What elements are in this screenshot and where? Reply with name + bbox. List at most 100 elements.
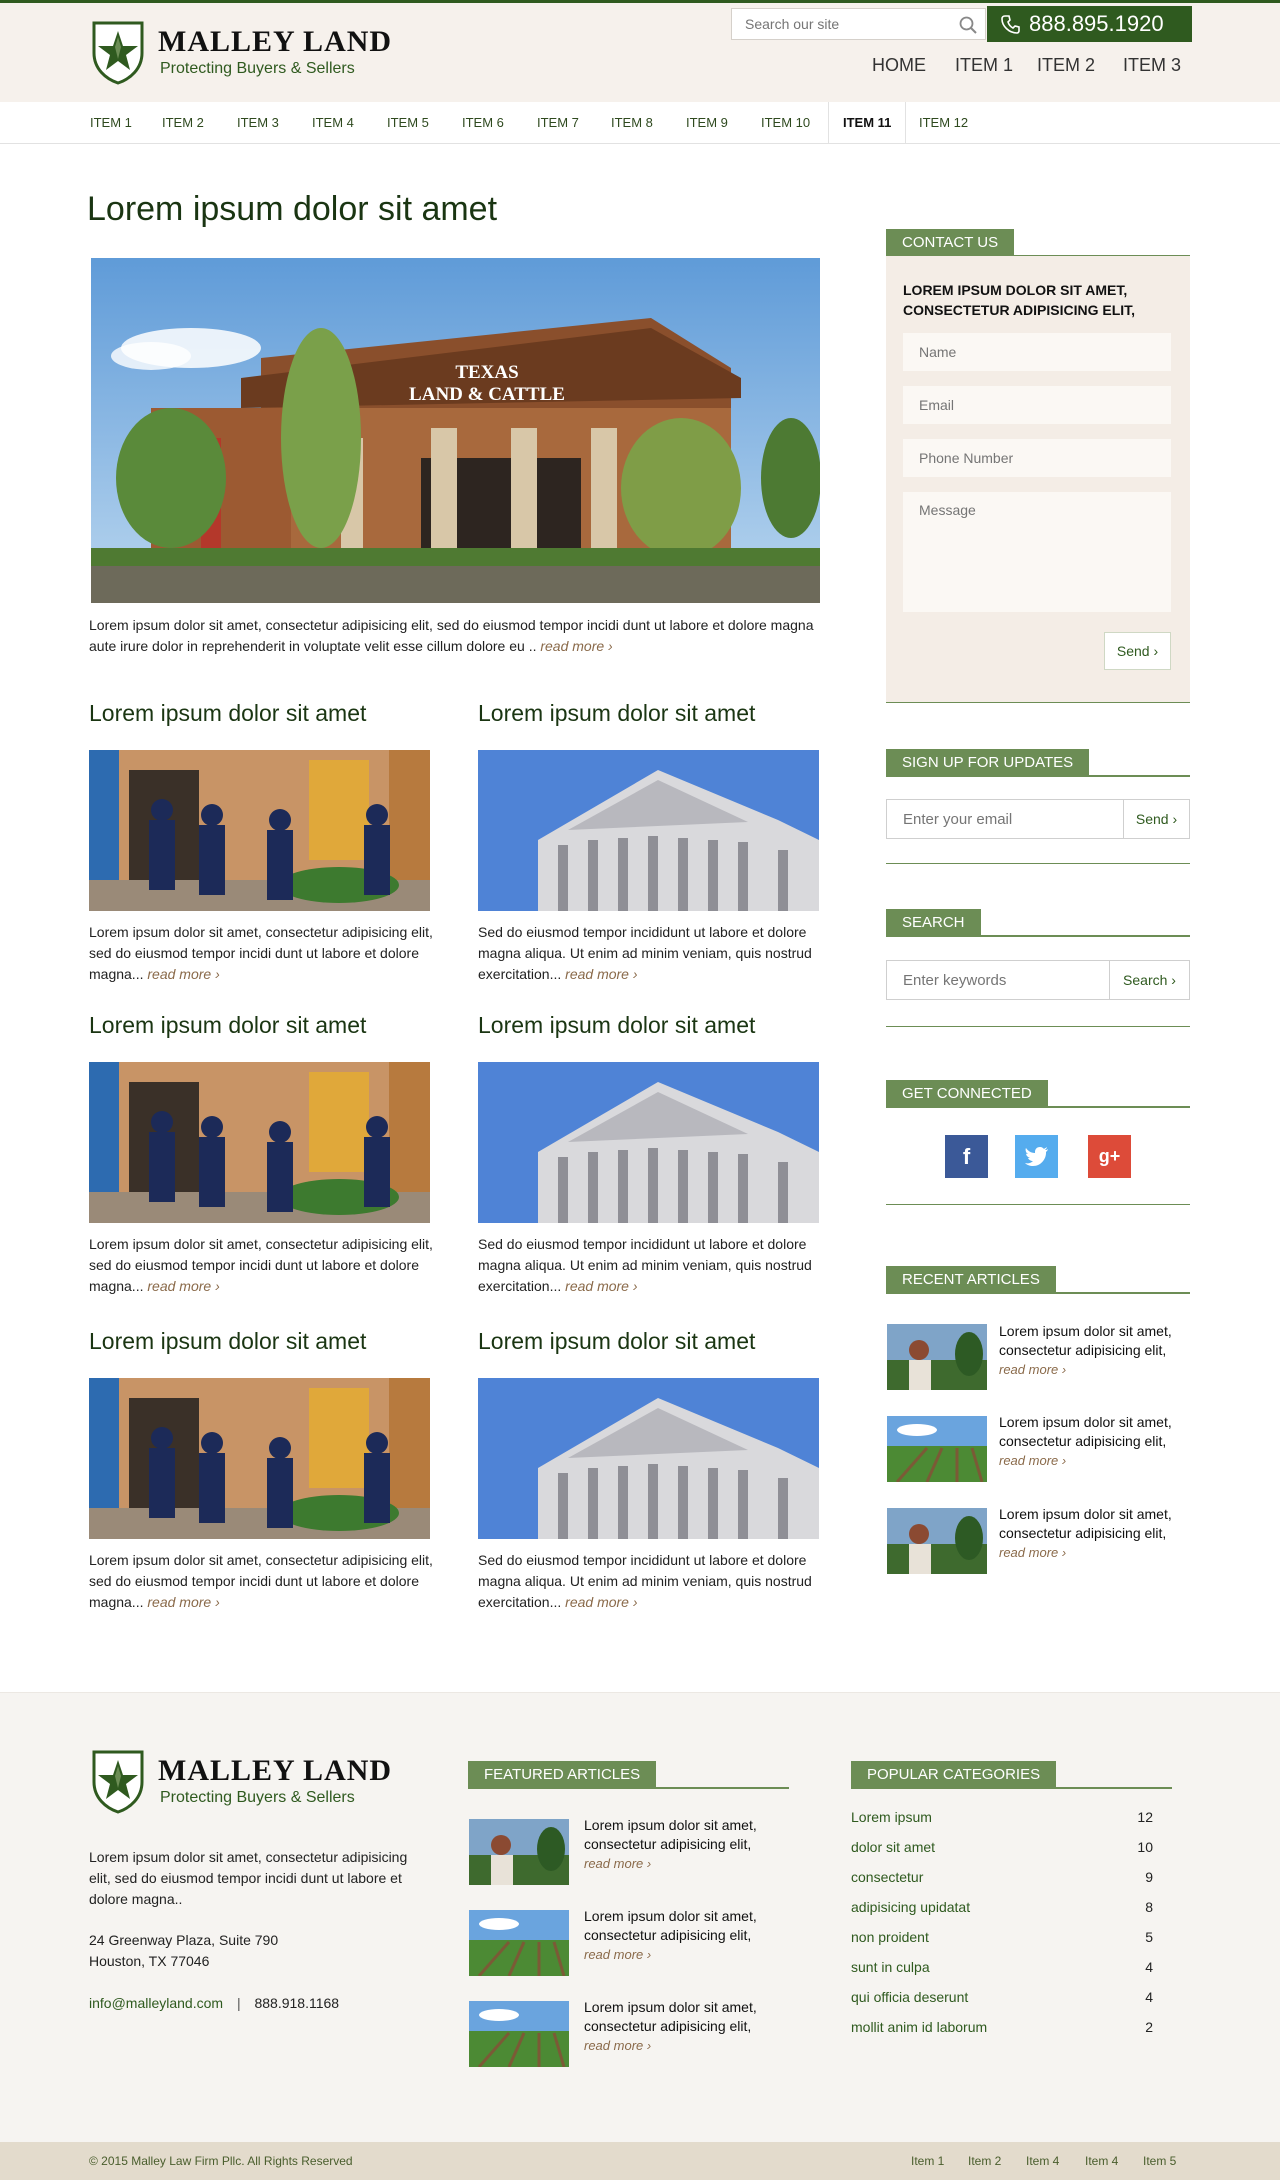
subnav-item-5[interactable]: ITEM 5 [387, 102, 429, 143]
footer-logo[interactable]: MALLEY LAND Protecting Buyers & Sellers [90, 1748, 391, 1818]
bottom-link-2[interactable]: Item 2 [968, 2142, 1001, 2180]
category-row[interactable]: non proident 5 [851, 1929, 1153, 1945]
nav-home[interactable]: HOME [872, 55, 926, 76]
category-name[interactable]: non proident [851, 1929, 929, 1945]
signup-email-input[interactable] [887, 800, 1125, 838]
featured-article-1-read-more[interactable]: read more › [584, 1854, 784, 1873]
article-4-title[interactable]: Lorem ipsum dolor sit amet [478, 1012, 755, 1039]
star-shield-icon [92, 1750, 144, 1814]
nav-item-2[interactable]: ITEM 2 [1037, 55, 1095, 76]
phone-field[interactable] [903, 439, 1171, 477]
recent-article-3-text[interactable]: Lorem ipsum dolor sit amet, consectetur … [999, 1505, 1199, 1543]
subnav-item-11-active[interactable]: ITEM 11 [828, 102, 907, 143]
article-3-image[interactable] [89, 1062, 430, 1223]
logo[interactable]: MALLEY LAND Protecting Buyers & Sellers [90, 19, 391, 89]
recent-article-2-image[interactable] [887, 1416, 987, 1482]
signup-divider [886, 863, 1190, 864]
article-5-read-more[interactable]: read more › [147, 1594, 219, 1610]
category-name[interactable]: adipisicing upidatat [851, 1899, 970, 1915]
recent-article-1: Lorem ipsum dolor sit amet, consectetur … [999, 1322, 1199, 1379]
featured-article-3-text[interactable]: Lorem ipsum dolor sit amet, consectetur … [584, 1998, 784, 2036]
category-row[interactable]: sunt in culpa 4 [851, 1959, 1153, 1975]
recent-article-1-read-more[interactable]: read more › [999, 1360, 1199, 1379]
keyword-search-button[interactable]: Search › [1109, 961, 1189, 999]
subnav-item-2[interactable]: ITEM 2 [162, 102, 204, 143]
category-name[interactable]: consectetur [851, 1869, 923, 1885]
article-6-title[interactable]: Lorem ipsum dolor sit amet [478, 1328, 755, 1355]
subnav-item-7[interactable]: ITEM 7 [537, 102, 579, 143]
copyright: © 2015 Malley Law Firm Pllc. All Rights … [89, 2154, 353, 2168]
recent-article-3-image[interactable] [887, 1508, 987, 1574]
subnav-item-6[interactable]: ITEM 6 [462, 102, 504, 143]
message-field[interactable] [903, 492, 1171, 612]
category-row[interactable]: dolor sit amet 10 [851, 1839, 1153, 1855]
category-name[interactable]: dolor sit amet [851, 1839, 935, 1855]
search-icon[interactable] [959, 16, 977, 34]
article-1-image[interactable] [89, 750, 430, 911]
article-5-title[interactable]: Lorem ipsum dolor sit amet [89, 1328, 366, 1355]
subnav-item-3[interactable]: ITEM 3 [237, 102, 279, 143]
category-row[interactable]: Lorem ipsum 12 [851, 1809, 1153, 1825]
article-6-image[interactable] [478, 1378, 819, 1539]
subnav-item-10[interactable]: ITEM 10 [761, 102, 810, 143]
subnav-item-9[interactable]: ITEM 9 [686, 102, 728, 143]
article-4-image[interactable] [478, 1062, 819, 1223]
article-2-read-more[interactable]: read more › [565, 966, 637, 982]
twitter-icon[interactable] [1015, 1135, 1058, 1178]
phone-banner[interactable]: 888.895.1920 [987, 6, 1192, 42]
category-name[interactable]: Lorem ipsum [851, 1809, 932, 1825]
recent-article-1-text[interactable]: Lorem ipsum dolor sit amet, consectetur … [999, 1322, 1199, 1360]
article-3-title[interactable]: Lorem ipsum dolor sit amet [89, 1012, 366, 1039]
featured-article-1-text[interactable]: Lorem ipsum dolor sit amet, consectetur … [584, 1816, 784, 1854]
keyword-search-input[interactable] [887, 961, 1111, 999]
recent-article-2-read-more[interactable]: read more › [999, 1451, 1199, 1470]
recent-article-3-read-more[interactable]: read more › [999, 1543, 1199, 1562]
nav-item-3[interactable]: ITEM 3 [1123, 55, 1181, 76]
bottom-link-4[interactable]: Item 4 [1085, 2142, 1118, 2180]
site-search-input[interactable] [732, 9, 952, 39]
hero-read-more-link[interactable]: read more › [540, 638, 612, 654]
email-field[interactable] [903, 386, 1171, 424]
article-1-read-more[interactable]: read more › [147, 966, 219, 982]
featured-article-3-image[interactable] [469, 2001, 569, 2067]
site-search [731, 8, 986, 40]
category-row[interactable]: qui officia deserunt 4 [851, 1989, 1153, 2005]
contact-send-button[interactable]: Send › [1104, 632, 1171, 670]
footer-email-link[interactable]: info@malleyland.com [89, 1995, 223, 2011]
bottom-link-5[interactable]: Item 5 [1143, 2142, 1176, 2180]
category-row[interactable]: mollit anim id laborum 2 [851, 2019, 1153, 2035]
footer-phone[interactable]: 888.918.1168 [254, 1995, 339, 2011]
nav-item-1[interactable]: ITEM 1 [955, 55, 1013, 76]
facebook-icon[interactable]: f [945, 1135, 988, 1178]
subnav-item-1[interactable]: ITEM 1 [90, 102, 132, 143]
subnav-item-12[interactable]: ITEM 12 [919, 102, 968, 143]
featured-article-2-read-more[interactable]: read more › [584, 1945, 784, 1964]
category-row[interactable]: adipisicing upidatat 8 [851, 1899, 1153, 1915]
featured-article-3-read-more[interactable]: read more › [584, 2036, 784, 2055]
subnav-item-8[interactable]: ITEM 8 [611, 102, 653, 143]
article-5-image[interactable] [89, 1378, 430, 1539]
category-name[interactable]: mollit anim id laborum [851, 2019, 987, 2035]
category-row[interactable]: consectetur 9 [851, 1869, 1153, 1885]
article-2-title[interactable]: Lorem ipsum dolor sit amet [478, 700, 755, 727]
article-1-title[interactable]: Lorem ipsum dolor sit amet [89, 700, 366, 727]
category-name[interactable]: qui officia deserunt [851, 1989, 968, 2005]
bottom-link-1[interactable]: Item 1 [911, 2142, 944, 2180]
google-plus-icon[interactable]: g+ [1088, 1135, 1131, 1178]
subnav-item-4[interactable]: ITEM 4 [312, 102, 354, 143]
signup-send-button[interactable]: Send › [1123, 800, 1189, 838]
featured-article-2-text[interactable]: Lorem ipsum dolor sit amet, consectetur … [584, 1907, 784, 1945]
connected-heading: GET CONNECTED [886, 1080, 1190, 1108]
bottom-link-3[interactable]: Item 4 [1026, 2142, 1059, 2180]
article-6-read-more[interactable]: read more › [565, 1594, 637, 1610]
hero-image[interactable]: TEXAS LAND & CATTLE [91, 258, 820, 603]
name-field[interactable] [903, 333, 1171, 371]
category-name[interactable]: sunt in culpa [851, 1959, 930, 1975]
article-3-read-more[interactable]: read more › [147, 1278, 219, 1294]
featured-article-1-image[interactable] [469, 1819, 569, 1885]
article-4-read-more[interactable]: read more › [565, 1278, 637, 1294]
article-2-image[interactable] [478, 750, 819, 911]
featured-article-2-image[interactable] [469, 1910, 569, 1976]
recent-article-1-image[interactable] [887, 1324, 987, 1390]
recent-article-2-text[interactable]: Lorem ipsum dolor sit amet, consectetur … [999, 1413, 1199, 1451]
